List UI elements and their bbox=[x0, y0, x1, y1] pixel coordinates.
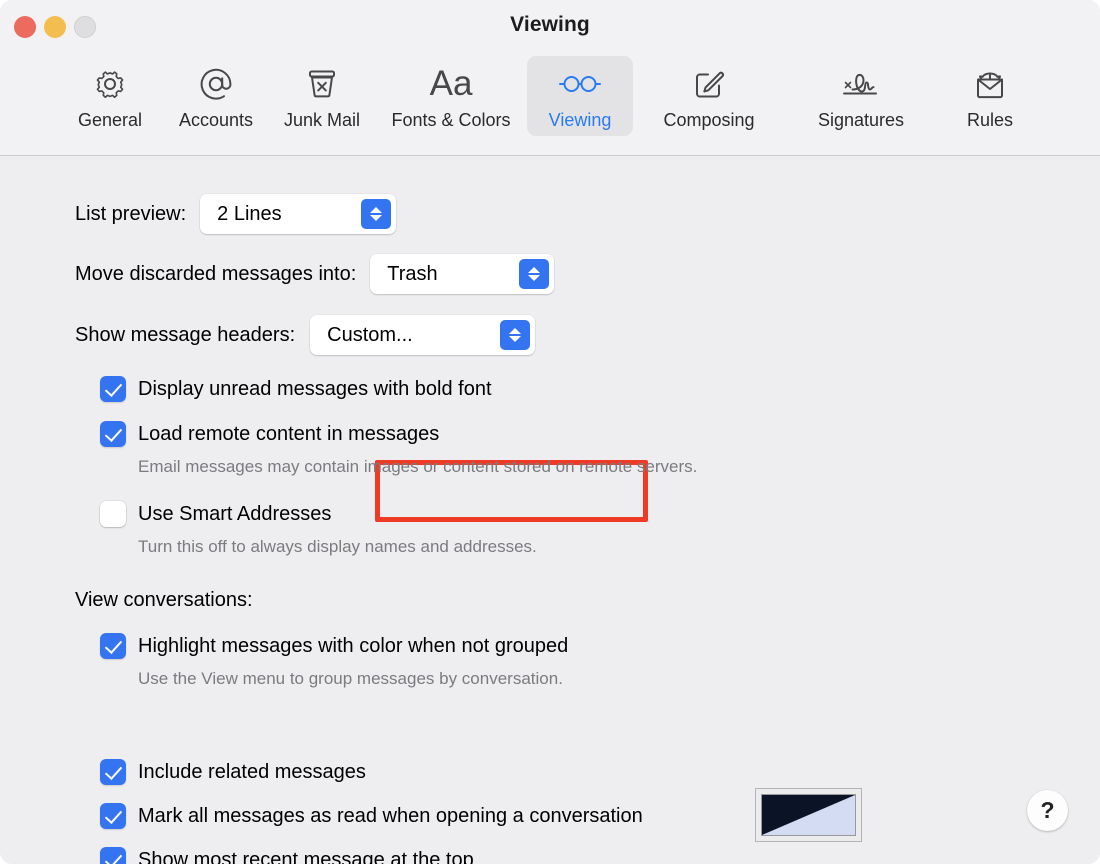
toolbar-item-label: Signatures bbox=[817, 110, 905, 130]
color-swatch bbox=[761, 794, 856, 836]
chevron-updown-icon bbox=[500, 320, 531, 350]
gear-icon bbox=[90, 64, 130, 104]
signature-icon bbox=[839, 64, 883, 104]
checkbox-label: Include related messages bbox=[138, 760, 366, 783]
toolbar-item-general[interactable]: General bbox=[57, 56, 163, 136]
toolbar-item-viewing[interactable]: Viewing bbox=[527, 56, 633, 136]
checkbox-use-smart-addresses[interactable] bbox=[100, 501, 126, 527]
checkbox-include-related-messages[interactable] bbox=[100, 759, 126, 785]
checkbox-mark-all-as-read[interactable] bbox=[100, 803, 126, 829]
compose-pencil-icon bbox=[689, 64, 729, 104]
glasses-icon bbox=[557, 64, 603, 104]
toolbar-item-composing[interactable]: Composing bbox=[633, 56, 785, 136]
toolbar-item-label: Rules bbox=[966, 110, 1014, 130]
checkbox-highlight-messages[interactable] bbox=[100, 633, 126, 659]
message-headers-dropdown[interactable]: Custom... bbox=[310, 315, 536, 355]
checkbox-label: Display unread messages with bold font bbox=[138, 377, 492, 400]
checkbox-row-include-related[interactable]: Include related messages bbox=[100, 759, 366, 785]
aa-type-icon: Aa bbox=[429, 64, 473, 103]
toolbar-item-accounts[interactable]: Accounts bbox=[163, 56, 269, 136]
checkbox-row-mark-all-read[interactable]: Mark all messages as read when opening a… bbox=[100, 803, 643, 829]
message-headers-value: Custom... bbox=[327, 323, 413, 346]
toolbar-item-rules[interactable]: Rules bbox=[937, 56, 1043, 136]
checkbox-row-show-most-recent[interactable]: Show most recent message at the top bbox=[100, 847, 474, 864]
toolbar-item-label: Viewing bbox=[548, 110, 612, 130]
move-discarded-dropdown[interactable]: Trash bbox=[370, 254, 555, 294]
list-preview-value: 2 Lines bbox=[217, 202, 282, 225]
list-preview-dropdown[interactable]: 2 Lines bbox=[200, 194, 397, 234]
view-conversations-label: View conversations: bbox=[75, 589, 253, 611]
help-text-use-smart-addresses: Turn this off to always display names an… bbox=[138, 537, 537, 556]
toolbar-item-label: Fonts & Colors bbox=[391, 110, 511, 130]
toolbar-item-label: Junk Mail bbox=[283, 110, 361, 130]
checkbox-display-unread-bold[interactable] bbox=[100, 376, 126, 402]
move-discarded-value: Trash bbox=[387, 262, 438, 285]
toolbar-item-label: Composing bbox=[663, 110, 755, 130]
chevron-updown-icon bbox=[361, 199, 392, 229]
checkbox-label: Mark all messages as read when opening a… bbox=[138, 804, 643, 827]
junk-bin-icon bbox=[302, 64, 342, 104]
toolbar-item-junk-mail[interactable]: Junk Mail bbox=[269, 56, 375, 136]
preferences-toolbar: General Accounts Junk Mail Aa Fonts & Co… bbox=[0, 56, 1100, 148]
at-sign-icon bbox=[196, 64, 236, 104]
conversation-color-well[interactable] bbox=[755, 788, 862, 842]
page-title: Viewing bbox=[510, 13, 590, 36]
checkbox-load-remote-content[interactable] bbox=[100, 421, 126, 447]
checkbox-label: Use Smart Addresses bbox=[138, 502, 332, 525]
toolbar-item-label: General bbox=[77, 110, 143, 130]
viewing-settings-pane: List preview: 2 Lines Move discarded mes… bbox=[0, 157, 1100, 864]
checkbox-show-most-recent-top[interactable] bbox=[100, 847, 126, 864]
move-discarded-row: Move discarded messages into: Trash bbox=[75, 254, 555, 294]
toolbar-item-signatures[interactable]: Signatures bbox=[785, 56, 937, 136]
checkbox-row-use-smart-addresses[interactable]: Use Smart Addresses bbox=[100, 501, 331, 527]
move-discarded-label: Move discarded messages into: bbox=[75, 262, 357, 285]
toolbar-item-fonts-and-colors[interactable]: Aa Fonts & Colors bbox=[375, 56, 527, 136]
checkbox-row-load-remote-content[interactable]: Load remote content in messages bbox=[100, 421, 439, 447]
list-preview-row: List preview: 2 Lines bbox=[75, 194, 397, 234]
message-headers-row: Show message headers: Custom... bbox=[75, 315, 536, 355]
checkbox-row-display-unread-bold[interactable]: Display unread messages with bold font bbox=[100, 376, 492, 402]
list-preview-label: List preview: bbox=[75, 202, 187, 225]
toolbar-item-label: Accounts bbox=[178, 110, 254, 130]
checkbox-label: Show most recent message at the top bbox=[138, 848, 474, 864]
preferences-window: Viewing General Accounts Junk Mail Aa Fo… bbox=[0, 0, 1100, 864]
help-text-load-remote-content: Email messages may contain images or con… bbox=[138, 457, 698, 476]
help-text-highlight-messages: Use the View menu to group messages by c… bbox=[138, 669, 563, 688]
message-headers-label: Show message headers: bbox=[75, 323, 296, 346]
help-button[interactable]: ? bbox=[1027, 790, 1068, 831]
rules-envelope-icon bbox=[970, 64, 1010, 104]
titlebar: Viewing General Accounts Junk Mail Aa Fo… bbox=[0, 0, 1100, 156]
chevron-updown-icon bbox=[519, 259, 550, 289]
checkbox-label: Highlight messages with color when not g… bbox=[138, 634, 569, 657]
checkbox-label: Load remote content in messages bbox=[138, 422, 440, 445]
checkbox-row-highlight-messages[interactable]: Highlight messages with color when not g… bbox=[100, 633, 568, 659]
